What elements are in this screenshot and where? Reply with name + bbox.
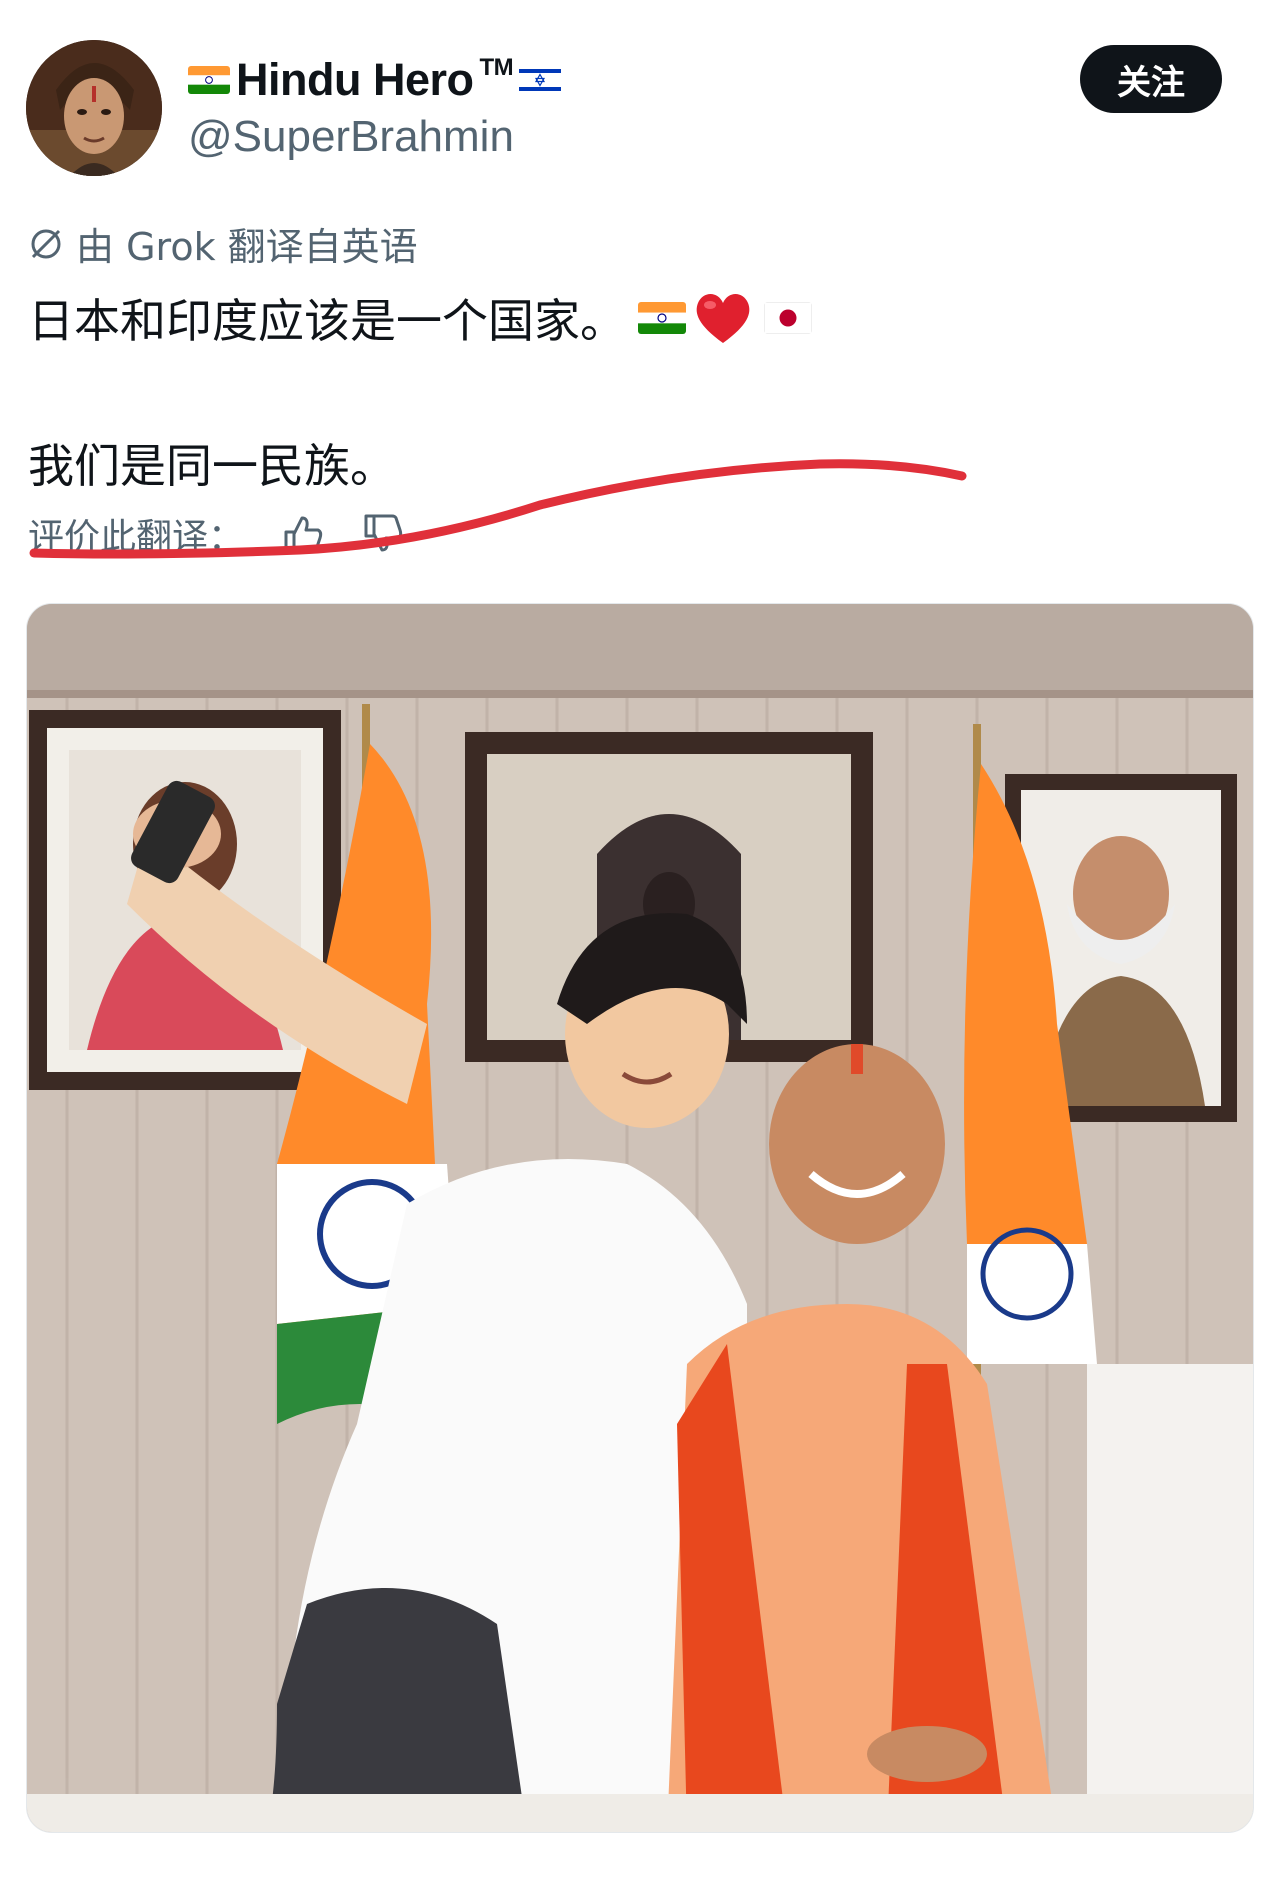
author-handle[interactable]: @SuperBrahmin [188,112,514,162]
avatar-portrait-image [26,40,162,176]
author-display-name[interactable]: Hindu Hero [236,54,474,106]
tweet-text-line-2: 我们是同一民族。 [28,430,396,496]
tweet-line-1-text: 日本和印度应该是一个国家。 [28,294,626,348]
author-avatar[interactable] [26,40,162,176]
translation-note[interactable]: 由 Grok 翻译自英语 [26,216,418,271]
india-flag-icon [188,66,230,94]
tweet-photo[interactable] [26,603,1254,1833]
follow-button[interactable]: 关注 [1080,45,1222,113]
rate-translation-label: 评价此翻译： [28,517,245,558]
thumbs-up-icon[interactable] [280,512,324,556]
japan-flag-emoji-icon [764,302,812,334]
red-heart-icon [694,291,752,345]
tweet-text-line-1: 日本和印度应该是一个国家。 [28,285,812,351]
trademark-mark: TM [479,54,514,81]
thumbs-down-icon[interactable] [360,512,404,556]
india-flag-emoji-icon [638,302,686,334]
israel-flag-icon [519,66,562,94]
translation-note-text: 由 Grok 翻译自英语 [76,225,418,269]
translate-icon [31,229,61,258]
author-name-row[interactable]: Hindu Hero TM [188,50,562,110]
tweet-photo-illustration [27,604,1253,1832]
tweet-line-2-text: 我们是同一民族。 [28,439,396,493]
rate-translation-row: 评价此翻译： [28,508,404,560]
